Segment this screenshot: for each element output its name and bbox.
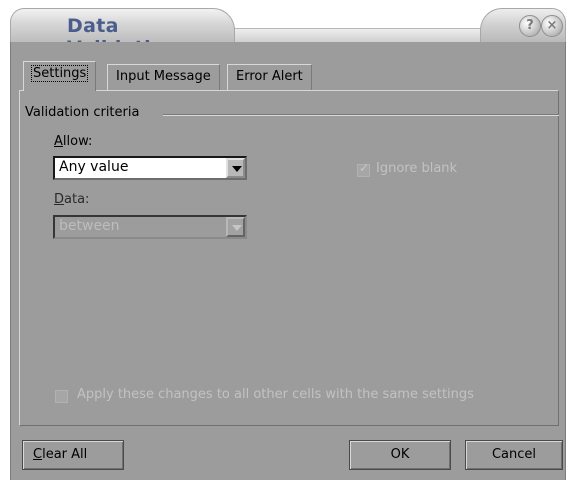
chevron-down-icon[interactable] bbox=[226, 217, 245, 237]
chevron-down-icon[interactable] bbox=[226, 158, 245, 178]
clear-all-button[interactable]: Clear All bbox=[22, 440, 124, 470]
apply-to-all-checkbox[interactable] bbox=[55, 390, 68, 403]
tab-error-alert-label: Error Alert bbox=[236, 69, 303, 84]
allow-label: Allow: bbox=[54, 134, 93, 149]
ok-button[interactable]: OK bbox=[349, 440, 451, 470]
group-divider bbox=[163, 114, 559, 116]
tab-settings[interactable]: Settings bbox=[23, 61, 97, 91]
settings-panel bbox=[19, 90, 559, 426]
close-icon[interactable]: × bbox=[541, 15, 563, 37]
tab-input-message-label: Input Message bbox=[116, 69, 211, 84]
data-label: Data: bbox=[54, 192, 90, 207]
ignore-blank-checkbox[interactable] bbox=[357, 161, 370, 177]
dialog-body: Settings Input Message Error Alert Valid… bbox=[10, 42, 566, 480]
tab-input-message[interactable]: Input Message bbox=[107, 64, 220, 90]
allow-dropdown[interactable]: Any value bbox=[53, 156, 247, 180]
apply-to-all-label: Apply these changes to all other cells w… bbox=[77, 387, 474, 402]
ignore-blank-label: Ignore blank bbox=[376, 161, 458, 176]
allow-dropdown-value: Any value bbox=[59, 159, 129, 175]
title-bar[interactable]: Data Validation ? × bbox=[10, 8, 566, 59]
validation-criteria-label: Validation criteria bbox=[25, 105, 148, 120]
data-dropdown[interactable]: between bbox=[53, 215, 247, 239]
data-validation-window: Data Validation ? × Settings Input Messa… bbox=[0, 0, 569, 480]
help-icon[interactable]: ? bbox=[519, 15, 541, 37]
tab-settings-label: Settings bbox=[30, 65, 89, 82]
cancel-button[interactable]: Cancel bbox=[465, 440, 563, 470]
tab-error-alert[interactable]: Error Alert bbox=[227, 64, 312, 90]
data-dropdown-value: between bbox=[59, 218, 120, 234]
